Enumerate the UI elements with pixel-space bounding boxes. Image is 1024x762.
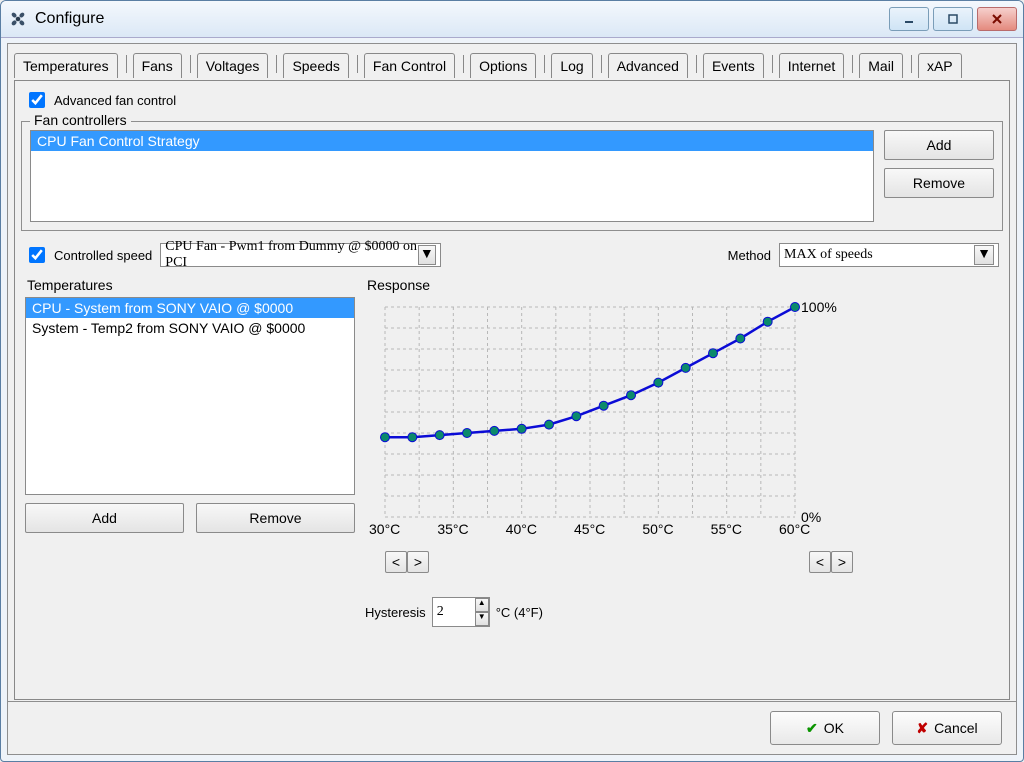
temp-item[interactable]: CPU - System from SONY VAIO @ $0000 [26,298,354,318]
tab-fan-control[interactable]: Fan Control [364,53,455,78]
tab-xap[interactable]: xAP [918,53,962,78]
controllers-remove-button[interactable]: Remove [884,168,994,198]
y-tick-label: 0% [801,509,821,525]
app-icon [7,8,29,30]
tab-mail[interactable]: Mail [859,53,903,78]
xmin-dec-button[interactable]: < [385,551,407,573]
temps-list[interactable]: CPU - System from SONY VAIO @ $0000Syste… [25,297,355,495]
x-tick-label: 55°C [711,521,742,537]
check-icon: ✔ [806,720,818,737]
hysteresis-up-button[interactable]: ▲ [475,598,489,612]
afc-label: Advanced fan control [54,93,176,108]
controller-item[interactable]: CPU Fan Control Strategy [31,131,873,151]
hysteresis-down-button[interactable]: ▼ [475,612,489,626]
x-tick-label: 35°C [437,521,468,537]
x-icon: ✘ [916,720,928,737]
tab-voltages[interactable]: Voltages [197,53,269,78]
cancel-button[interactable]: ✘ Cancel [892,711,1002,745]
method-select[interactable]: MAX of speeds ▼ [779,243,999,267]
temp-item[interactable]: System - Temp2 from SONY VAIO @ $0000 [26,318,354,338]
temps-legend: Temperatures [25,275,355,297]
cs-check-input[interactable] [29,247,45,263]
ok-button[interactable]: ✔ OK [770,711,880,745]
y-tick-label: 100% [801,299,837,315]
controllers-add-button[interactable]: Add [884,130,994,160]
controlled-speed-checkbox[interactable]: Controlled speed [25,244,152,266]
controlled-speed-select[interactable]: CPU Fan - Pwm1 from Dummy @ $0000 on PCI… [160,243,441,267]
afc-check-input[interactable] [29,92,45,108]
maximize-button[interactable] [933,7,973,31]
method-label: Method [728,248,771,263]
xmin-inc-button[interactable]: > [407,551,429,573]
response-chart: 30°C35°C40°C45°C50°C55°C60°C100%0% [365,297,855,547]
x-tick-label: 40°C [506,521,537,537]
tab-internet[interactable]: Internet [779,53,844,78]
hysteresis-unit: °C (4°F) [496,605,543,620]
controllers-list[interactable]: CPU Fan Control Strategy [30,130,874,222]
x-tick-label: 30°C [369,521,400,537]
x-tick-label: 50°C [642,521,673,537]
window-title: Configure [35,10,889,28]
tab-log[interactable]: Log [551,53,592,78]
tab-fans[interactable]: Fans [133,53,182,78]
temps-add-button[interactable]: Add [25,503,184,533]
cs-value: CPU Fan - Pwm1 from Dummy @ $0000 on PCI [165,239,417,271]
minimize-button[interactable] [889,7,929,31]
hysteresis-label: Hysteresis [365,605,426,620]
close-button[interactable] [977,7,1017,31]
hysteresis-input[interactable] [433,598,475,626]
tab-events[interactable]: Events [703,53,764,78]
chevron-down-icon: ▼ [974,245,994,265]
x-tick-label: 45°C [574,521,605,537]
controllers-legend: Fan controllers [30,112,131,128]
chevron-down-icon: ▼ [418,245,436,265]
tab-advanced[interactable]: Advanced [608,53,688,78]
tab-temperatures[interactable]: Temperatures [14,53,118,78]
advanced-fan-control-checkbox[interactable]: Advanced fan control [25,89,176,111]
tab-speeds[interactable]: Speeds [283,53,348,78]
xmax-dec-button[interactable]: < [809,551,831,573]
method-value: MAX of speeds [784,247,873,263]
tab-options[interactable]: Options [470,53,536,78]
response-legend: Response [365,275,999,297]
xmax-inc-button[interactable]: > [831,551,853,573]
cs-label: Controlled speed [54,248,152,263]
temps-remove-button[interactable]: Remove [196,503,355,533]
